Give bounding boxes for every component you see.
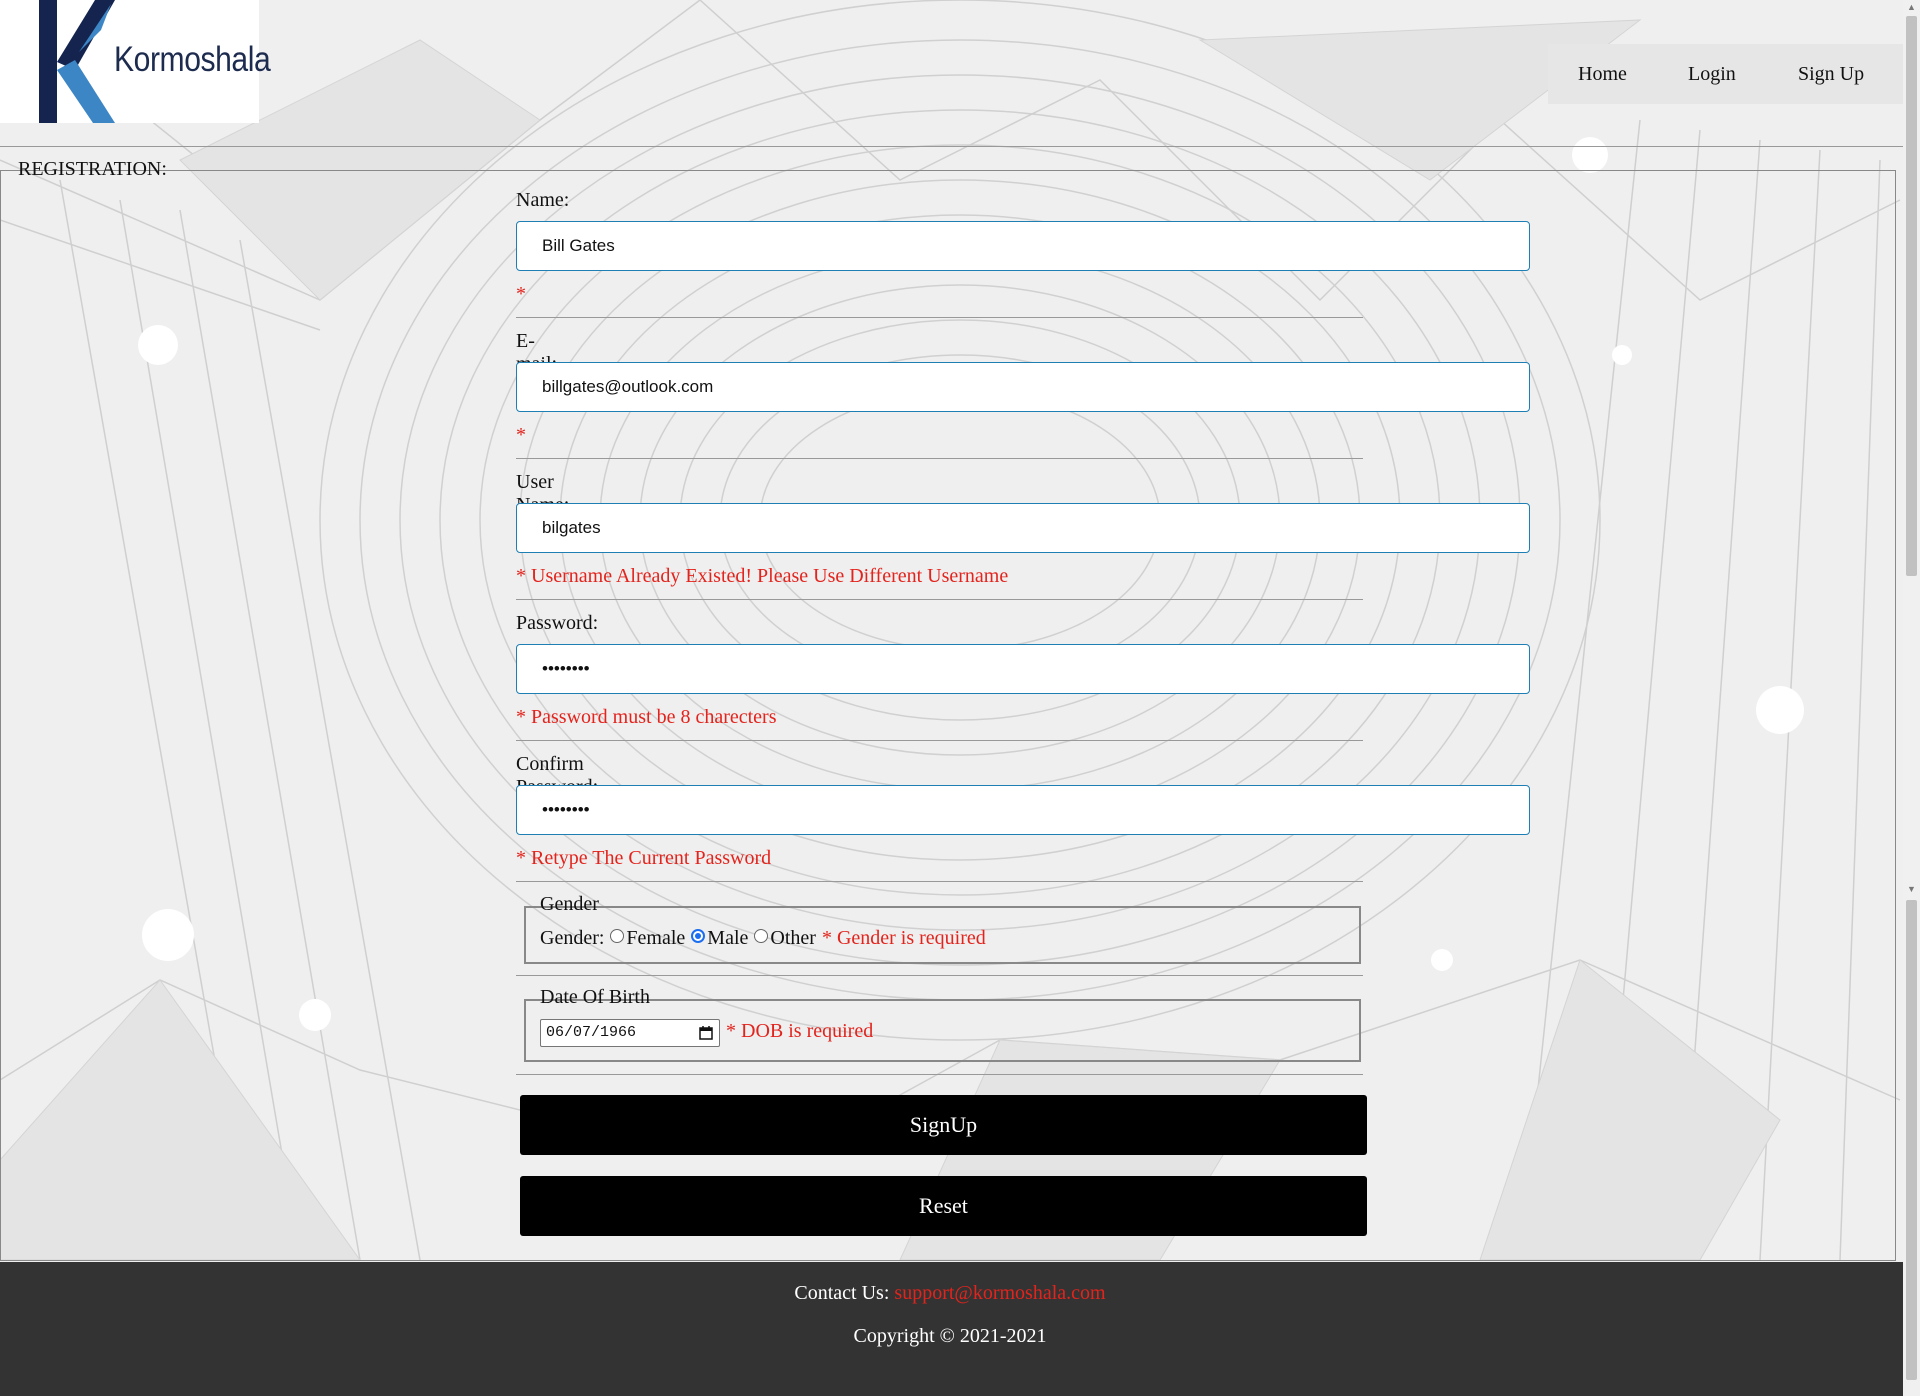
nav-login-link[interactable]: Login xyxy=(1688,63,1736,86)
contact-email-link[interactable]: support@kormoshala.com xyxy=(894,1282,1105,1304)
gender-label: Gender: xyxy=(540,927,605,949)
username-input[interactable] xyxy=(516,503,1530,553)
email-input[interactable] xyxy=(516,362,1530,412)
password-error: * Password must be 8 charecters xyxy=(516,706,777,728)
signup-button[interactable]: SignUp xyxy=(520,1095,1367,1155)
calendar-icon[interactable] xyxy=(699,1026,713,1040)
username-error: * Username Already Existed! Please Use D… xyxy=(516,565,1009,587)
name-input[interactable] xyxy=(516,221,1530,271)
confirm-password-error: * Retype The Current Password xyxy=(516,847,772,869)
contact-label: Contact Us: xyxy=(794,1282,890,1304)
brand-name: Kormoshala xyxy=(114,40,271,79)
gender-other-label[interactable]: Other xyxy=(770,927,816,950)
name-label: Name: xyxy=(516,189,570,211)
nav-home-link[interactable]: Home xyxy=(1578,63,1627,86)
scroll-down-icon[interactable]: ▼ xyxy=(1907,884,1916,894)
password-label: Password: xyxy=(516,612,599,634)
gender-female-label[interactable]: Female xyxy=(626,927,685,950)
main-nav: Home Login Sign Up xyxy=(1548,44,1903,104)
copyright-text: Copyright © 2021-2021 xyxy=(853,1325,1047,1347)
header-divider xyxy=(0,146,1903,147)
scrollbar-thumb[interactable] xyxy=(1906,16,1917,576)
gender-female-radio[interactable] xyxy=(610,928,625,943)
kormoshala-logo-icon xyxy=(39,0,115,123)
confirm-password-input[interactable] xyxy=(516,785,1530,835)
nav-signup-link[interactable]: Sign Up xyxy=(1798,63,1864,86)
gender-legend: Gender xyxy=(540,893,599,915)
divider xyxy=(516,599,1363,600)
dob-value: 06/07/1966 xyxy=(546,1024,637,1041)
gender-male-label[interactable]: Male xyxy=(707,927,748,950)
scrollbar-thumb-lower[interactable] xyxy=(1906,900,1917,1380)
dob-error: * DOB is required xyxy=(726,1020,874,1042)
footer-contact: Contact Us: support@kormoshala.com xyxy=(0,1282,1900,1305)
divider xyxy=(516,317,1363,318)
site-logo[interactable]: Kormoshala xyxy=(0,0,271,123)
email-error: * xyxy=(516,424,526,446)
gender-other-radio[interactable] xyxy=(754,928,769,943)
divider xyxy=(516,881,1363,882)
divider xyxy=(516,458,1363,459)
dob-input[interactable]: 06/07/1966 xyxy=(540,1019,720,1047)
scroll-up-icon[interactable]: ▲ xyxy=(1907,2,1916,12)
site-header: Kormoshala Home Login Sign Up xyxy=(0,0,1903,147)
divider xyxy=(516,1074,1363,1075)
site-footer: Contact Us: support@kormoshala.com Copyr… xyxy=(0,1262,1903,1396)
registration-legend: REGISTRATION: xyxy=(18,158,167,180)
name-error: * xyxy=(516,283,526,305)
dob-legend: Date Of Birth xyxy=(540,986,650,1008)
reset-button[interactable]: Reset xyxy=(520,1176,1367,1236)
divider xyxy=(516,975,1363,976)
password-input[interactable] xyxy=(516,644,1530,694)
gender-male-radio[interactable] xyxy=(691,928,706,943)
page-scrollbar[interactable]: ▲ ▼ xyxy=(1903,0,1920,1396)
divider xyxy=(516,740,1363,741)
gender-row: Gender: Female Male Other * Gender is re… xyxy=(540,927,986,950)
gender-error: * Gender is required xyxy=(821,927,986,949)
